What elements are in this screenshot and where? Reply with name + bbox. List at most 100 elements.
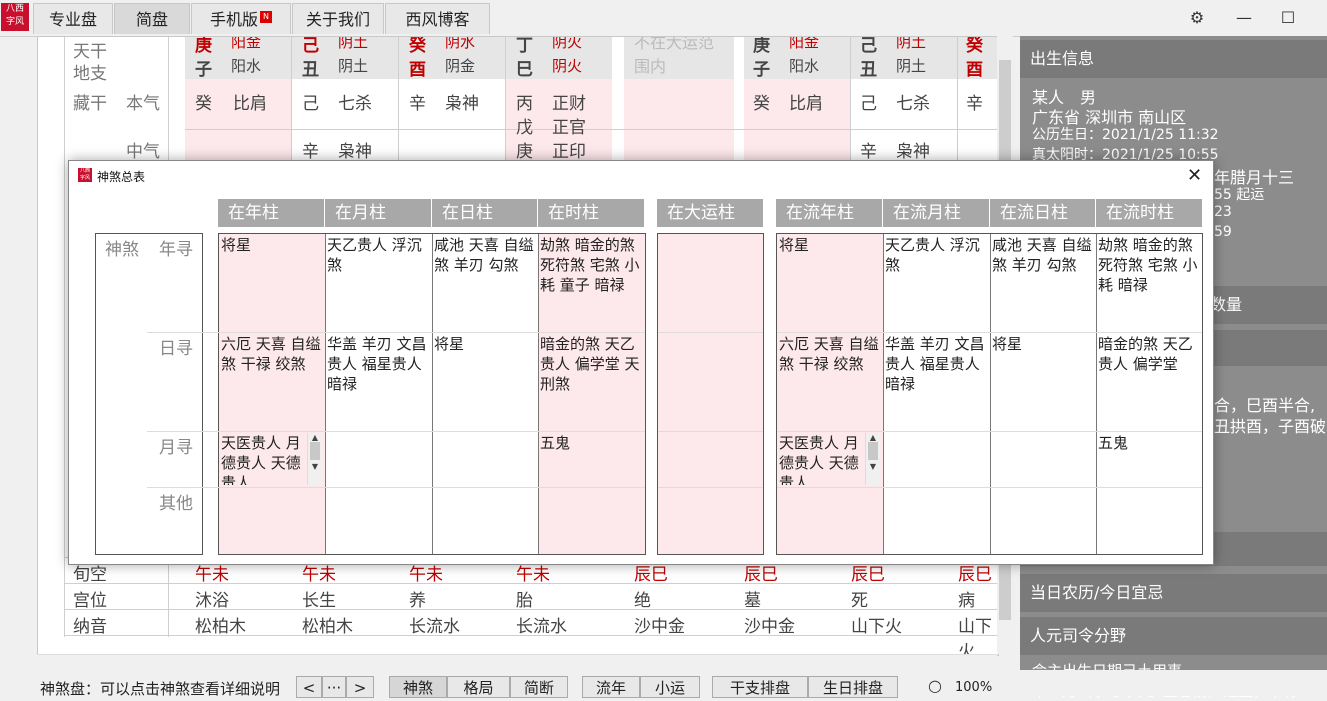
canggan-shishen[interactable]: 七杀: [896, 89, 930, 114]
almanac-header[interactable]: 当日农历/今日宜忌: [1020, 574, 1327, 612]
nayin-cell: 松柏木: [195, 612, 246, 637]
pillar-zhi[interactable]: 丑: [302, 55, 319, 80]
tab-label: 西风博客: [405, 10, 469, 29]
minimize-button[interactable]: —: [1233, 8, 1255, 27]
shensha-cell[interactable]: [992, 489, 1094, 553]
pillar-zhi-attr: 阴火: [552, 55, 582, 76]
shensha-cell[interactable]: 六厄 天喜 自缢煞 干禄 绞煞: [221, 334, 323, 430]
canggan-shishen[interactable]: 枭神: [896, 137, 930, 162]
gongwei-cell: 病: [958, 586, 975, 611]
canggan-shishen[interactable]: 枭神: [338, 137, 372, 162]
shensha-cell[interactable]: 天医贵人 月德贵人 天德贵人: [221, 433, 307, 485]
canggan-shishen[interactable]: 比肩: [789, 89, 823, 114]
nav-prev-button[interactable]: <: [296, 676, 322, 698]
birth-info-header[interactable]: 出生信息: [1020, 40, 1327, 78]
nav-more-button[interactable]: ···: [322, 676, 346, 698]
liu-pillar-zhi[interactable]: 子: [753, 55, 770, 80]
main-horizontal-scrollbar[interactable]: [37, 654, 997, 669]
shensha-cell[interactable]: [540, 489, 642, 553]
shensha-cell[interactable]: 五鬼: [1098, 433, 1200, 485]
zoom-icon[interactable]: ○: [928, 676, 942, 695]
dialog-titlebar[interactable]: 八西字风 神煞总表 ✕: [69, 161, 1213, 191]
canggan-shishen[interactable]: 正财: [552, 89, 586, 114]
row-label-other: 其他: [159, 489, 193, 514]
shensha-cell[interactable]: 华盖 羊刃 文昌贵人 福星贵人 暗禄: [327, 334, 429, 430]
canggan-shishen[interactable]: 正官: [552, 113, 586, 138]
shensha-cell[interactable]: 华盖 羊刃 文昌贵人 福星贵人 暗禄: [885, 334, 987, 430]
shensha-cell[interactable]: 五鬼: [540, 433, 642, 485]
pillar-gan[interactable]: 丁: [516, 36, 533, 56]
shensha-cell[interactable]: [221, 489, 323, 553]
shensha-cell[interactable]: 天乙贵人 浮沉煞: [885, 235, 987, 331]
canggan-stem: 癸: [753, 89, 770, 114]
close-icon[interactable]: ✕: [1187, 165, 1202, 186]
shensha-cell[interactable]: [434, 489, 536, 553]
pillar-gan[interactable]: 癸: [409, 36, 426, 56]
shensha-cell[interactable]: 将星: [992, 334, 1094, 430]
shensha-cell[interactable]: 将星: [779, 235, 881, 331]
cell-scrollbar[interactable]: ▲▼: [865, 433, 880, 485]
maximize-button[interactable]: ☐: [1277, 8, 1299, 27]
row-label-yuexun: 月寻: [159, 433, 193, 458]
shensha-cell[interactable]: [1098, 489, 1200, 553]
shensha-cell[interactable]: 天医贵人 月德贵人 天德贵人: [779, 433, 865, 485]
shensha-cell[interactable]: [434, 433, 536, 485]
pillar-zhi[interactable]: 子: [195, 55, 212, 80]
shensha-cell[interactable]: 咸池 天喜 自缢煞 羊刃 勾煞: [992, 235, 1094, 331]
canggan-stem: 己: [860, 89, 877, 114]
geju-button[interactable]: 格局: [447, 676, 510, 698]
canggan-shishen[interactable]: 比肩: [233, 89, 267, 114]
label-gongwei: 宫位: [73, 586, 107, 611]
cell-scrollbar[interactable]: ▲▼: [307, 433, 322, 485]
nav-next-button[interactable]: >: [346, 676, 374, 698]
shensha-cell[interactable]: 暗金的煞 天乙贵人 偏学堂 天刑煞: [540, 334, 642, 430]
shensha-cell[interactable]: 六厄 天喜 自缢煞 干禄 绞煞: [779, 334, 881, 430]
tab-blog[interactable]: 西风博客: [385, 3, 490, 34]
shensha-cell[interactable]: [885, 489, 987, 553]
canggan-shishen[interactable]: 七杀: [338, 89, 372, 114]
shensha-dialog: 八西字风 神煞总表 ✕ 在年柱 在月柱 在日柱 在时柱 在大运柱 在流年柱 在流…: [68, 160, 1214, 565]
liu-pillar-gan[interactable]: 己: [860, 36, 877, 56]
pillar-gan[interactable]: 己: [302, 36, 319, 56]
tab-about[interactable]: 关于我们: [292, 3, 384, 34]
birthday-paipan-button[interactable]: 生日排盘: [808, 676, 898, 698]
shensha-cell[interactable]: [885, 433, 987, 485]
liu-pillar-zhi[interactable]: 丑: [860, 55, 877, 80]
shensha-cell[interactable]: 劫煞 暗金的煞 死符煞 宅煞 小耗 童子 暗禄: [540, 235, 642, 331]
tab-label: 简盘: [136, 10, 168, 29]
tab-simple[interactable]: 简盘: [114, 3, 190, 34]
ganzhi-paipan-button[interactable]: 干支排盘: [712, 676, 808, 698]
row-label-nianxun: 年寻: [159, 235, 193, 260]
birth-line-partial: 59: [1214, 224, 1232, 240]
liu-pillar-gan-attr: 阳金: [789, 36, 819, 52]
shensha-cell[interactable]: 劫煞 暗金的煞 死符煞 宅煞 小耗 暗禄: [1098, 235, 1200, 331]
shensha-cell[interactable]: 天乙贵人 浮沉煞: [327, 235, 429, 331]
tab-professional[interactable]: 专业盘: [33, 3, 113, 34]
pillar-gan[interactable]: 庚: [195, 36, 212, 56]
shensha-cell[interactable]: [779, 489, 881, 553]
liunian-button[interactable]: 流年: [582, 676, 640, 698]
gear-icon[interactable]: ⚙: [1186, 8, 1208, 27]
pillar-zhi-attr: 阳水: [231, 55, 261, 76]
pillar-zhi[interactable]: 酉: [409, 55, 426, 80]
pillar-zhi[interactable]: 巳: [516, 55, 533, 80]
shensha-cell[interactable]: [992, 433, 1094, 485]
shensha-cell[interactable]: 将星: [434, 334, 536, 430]
shensha-button[interactable]: 神煞: [389, 676, 447, 698]
shensha-cell[interactable]: 将星: [221, 235, 323, 331]
shensha-cell[interactable]: [327, 489, 429, 553]
tab-mobile[interactable]: 手机版N: [191, 3, 291, 34]
liu-pillar-gan[interactable]: 癸: [966, 36, 983, 56]
shensha-cell[interactable]: 暗金的煞 天乙贵人 偏学堂: [1098, 334, 1200, 430]
xiaoyun-button[interactable]: 小运: [640, 676, 700, 698]
gongwei-cell: 死: [851, 586, 868, 611]
nayin-cell: 山下火: [851, 612, 902, 637]
liu-pillar-zhi[interactable]: 酉: [966, 55, 983, 80]
jianduan-button[interactable]: 简断: [510, 676, 568, 698]
siling-header[interactable]: 人元司令分野: [1020, 617, 1327, 655]
canggan-shishen[interactable]: 枭神: [445, 89, 479, 114]
shensha-cell[interactable]: 咸池 天喜 自缢煞 羊刃 勾煞: [434, 235, 536, 331]
canggan-shishen[interactable]: 正印: [552, 137, 586, 162]
shensha-cell[interactable]: [327, 433, 429, 485]
liu-pillar-gan[interactable]: 庚: [753, 36, 770, 56]
